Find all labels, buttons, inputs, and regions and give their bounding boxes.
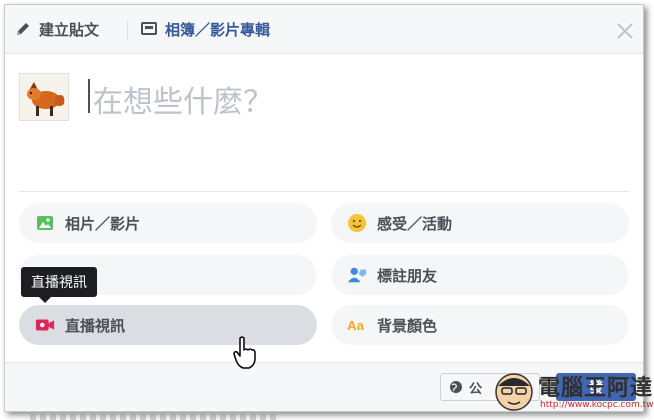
composer-placeholder[interactable]: 在想些什麼？ bbox=[93, 77, 273, 121]
tab-create-label: 建立貼文 bbox=[39, 20, 100, 39]
text-cursor bbox=[88, 79, 90, 113]
fox-avatar[interactable] bbox=[19, 73, 69, 121]
tab-photo-album[interactable]: 相簿／影片專輯 bbox=[141, 5, 270, 53]
option-live-video[interactable]: 直播視訊 bbox=[19, 305, 317, 345]
background-text-fragment bbox=[30, 414, 280, 420]
smiley-icon bbox=[347, 213, 367, 233]
dialog-header: 建立貼文 相簿／影片專輯 bbox=[5, 5, 643, 54]
option-feeling-activity[interactable]: 感受／活動 bbox=[331, 203, 629, 243]
tag-friends-icon bbox=[347, 265, 367, 285]
option-label: 相片／影片 bbox=[65, 214, 141, 233]
watermark-logo: 電腦王阿達 http://www.kocpc.com.tw bbox=[494, 368, 654, 416]
option-tag-friends[interactable]: 標註朋友 bbox=[331, 255, 629, 295]
globe-icon bbox=[449, 380, 463, 394]
option-label: 標註朋友 bbox=[377, 266, 438, 285]
option-background-color[interactable]: Aa 背景顏色 bbox=[331, 305, 629, 345]
pencil-icon bbox=[15, 21, 31, 37]
create-post-dialog: 建立貼文 相簿／影片專輯 在想些什麼？ 相片／影片 感受／活動 標註朋友 直播視… bbox=[4, 4, 644, 412]
text-aa-icon: Aa bbox=[347, 315, 367, 335]
option-photo-video[interactable]: 相片／影片 bbox=[19, 203, 317, 243]
composer-divider bbox=[19, 191, 629, 192]
option-label: 直播視訊 bbox=[65, 316, 126, 335]
tab-separator bbox=[127, 21, 128, 39]
svg-text:Aa: Aa bbox=[347, 318, 365, 333]
live-video-tooltip: 直播視訊 bbox=[21, 267, 97, 303]
option-label: 背景顏色 bbox=[377, 316, 438, 335]
live-video-icon bbox=[35, 315, 55, 335]
photo-icon bbox=[35, 213, 55, 233]
mascot-face-icon bbox=[495, 373, 533, 411]
tab-album-label: 相簿／影片專輯 bbox=[165, 20, 271, 39]
hand-pointer-icon bbox=[232, 336, 258, 370]
watermark-url: http://www.kocpc.com.tw bbox=[540, 400, 654, 410]
option-label: 感受／活動 bbox=[377, 214, 453, 233]
audience-label: 公 bbox=[469, 381, 483, 397]
close-icon[interactable] bbox=[617, 23, 633, 39]
watermark-text: 電腦王阿達 bbox=[538, 376, 654, 401]
album-icon bbox=[141, 21, 157, 37]
tab-create-post[interactable]: 建立貼文 bbox=[15, 5, 99, 53]
